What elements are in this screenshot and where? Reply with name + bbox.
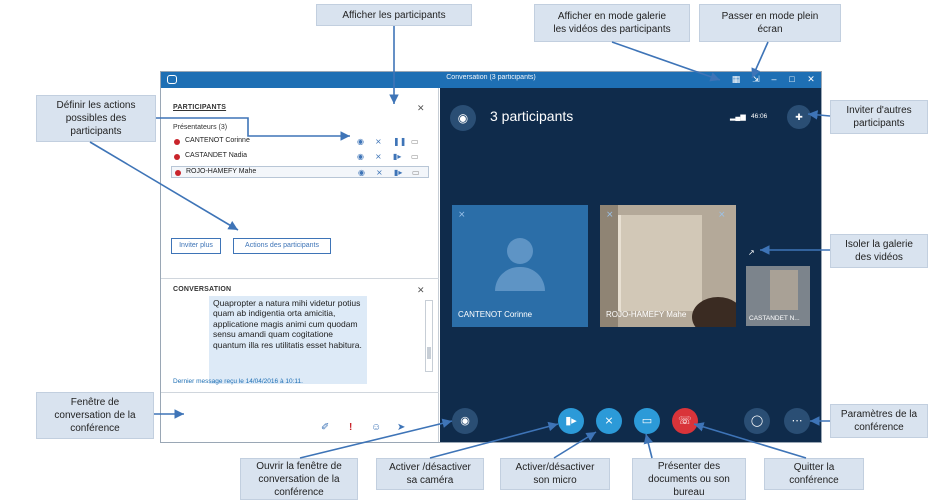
close-icon[interactable]: ✕: [804, 73, 818, 86]
chat-button[interactable]: ◉: [452, 408, 478, 434]
conversation-window: Conversation (3 participants) ▦ ⇲ – □ ✕ …: [160, 71, 822, 443]
participant-row[interactable]: CASTANDET Nadia ◉ ⨯ ▮▸ ▭: [171, 151, 429, 163]
video-tile[interactable]: ⨯ ⨯ ROJO-HAMEFY Mahe: [600, 205, 736, 327]
screen-icon[interactable]: ▭: [411, 137, 419, 147]
pause-icon[interactable]: ❚❚: [393, 137, 406, 147]
callout-open-chat: Ouvrir la fenêtre de conversation de la …: [240, 458, 358, 500]
participants-close-icon[interactable]: ✕: [417, 103, 425, 114]
send-icon[interactable]: ➤: [397, 422, 405, 434]
mic-off-icon[interactable]: ⨯: [375, 152, 382, 162]
presence-dot: [174, 154, 180, 160]
video-pane: ◉ 3 participants ▂▄▆ 46:06 ✚ ⨯ CANTENOT …: [440, 88, 821, 442]
video-tile[interactable]: CASTANDET N...: [746, 266, 810, 326]
callout-show-participants: Afficher les participants: [316, 4, 472, 26]
tile-name: CANTENOT Corinne: [458, 310, 533, 319]
callout-full-screen: Passer en mode plein écran: [699, 4, 841, 42]
participant-name: CASTANDET Nadia: [185, 152, 247, 159]
last-message-info: Dernier message reçu le 14/04/2016 à 10:…: [173, 378, 303, 385]
chat-scrollbar[interactable]: [425, 300, 433, 372]
callout-toggle-camera: Activer /désactiver sa caméra: [376, 458, 484, 490]
callout-conversation-window: Fenêtre de conversation de la conférence: [36, 392, 154, 439]
screen-icon[interactable]: ▭: [412, 168, 420, 178]
chat-icon[interactable]: ◉: [357, 137, 364, 147]
camera-icon[interactable]: ▮▸: [394, 168, 402, 178]
video-tile[interactable]: ⨯ CANTENOT Corinne: [452, 205, 588, 327]
people-icon[interactable]: ◉: [450, 105, 476, 131]
left-pane: PARTICIPANTS ✕ Présentateurs (3) CANTENO…: [161, 88, 439, 442]
compose-divider: [161, 392, 439, 393]
paperclip-icon[interactable]: ✐: [321, 422, 329, 434]
important-icon[interactable]: !: [349, 422, 352, 434]
chat-message: Quapropter a natura mihi videtur potius …: [209, 296, 367, 384]
signal-icon: ▂▄▆: [730, 114, 746, 121]
mic-button[interactable]: ⨯: [596, 408, 622, 434]
mic-off-icon: ⨯: [458, 209, 466, 219]
minimize-icon[interactable]: –: [767, 73, 781, 86]
callout-isolate-gallery: Isoler la galerie des vidéos: [830, 234, 928, 268]
callout-invite-others: Inviter d'autres participants: [830, 100, 928, 134]
mic-off-icon: ⨯: [606, 209, 614, 219]
participant-actions-button[interactable]: Actions des participants: [233, 238, 331, 254]
participant-row[interactable]: CANTENOT Corinne ◉ ⨯ ❚❚ ▭: [171, 136, 429, 148]
presenters-label: Présentateurs (3): [173, 124, 228, 131]
chat-icon[interactable]: ◉: [357, 152, 364, 162]
camera-button[interactable]: ▮▸: [558, 408, 584, 434]
invite-icon[interactable]: ✚: [787, 105, 811, 129]
emoji-icon[interactable]: ☺: [371, 422, 381, 434]
devices-button[interactable]: ◯: [744, 408, 770, 434]
avatar-head: [507, 238, 533, 264]
callout-settings: Paramètres de la conférence: [830, 404, 928, 438]
callout-define-actions: Définir les actions possibles des partic…: [36, 95, 156, 142]
camera-icon[interactable]: ▮▸: [393, 152, 401, 162]
participants-heading: PARTICIPANTS: [173, 104, 227, 111]
conversation-close-icon[interactable]: ✕: [417, 285, 425, 296]
callout-present: Présenter des documents ou son bureau: [632, 458, 746, 500]
present-button[interactable]: ▭: [634, 408, 660, 434]
gallery-icon[interactable]: ▦: [729, 73, 743, 86]
hangup-button[interactable]: ☏: [672, 408, 698, 434]
tile-name: CASTANDET N...: [749, 315, 800, 322]
participant-row[interactable]: ROJO-HAMEFY Mahe ◉ ⨯ ▮▸ ▭: [171, 166, 429, 178]
call-timer: 46:06: [751, 113, 768, 120]
avatar-body: [495, 267, 545, 291]
more-button[interactable]: ⋯: [784, 408, 810, 434]
callout-quit: Quitter la conférence: [764, 458, 864, 490]
participant-name: CANTENOT Corinne: [185, 137, 250, 144]
callout-toggle-mic: Activer/désactiver son micro: [500, 458, 610, 490]
mic-off-icon[interactable]: ⨯: [375, 137, 382, 147]
maximize-icon[interactable]: □: [785, 73, 799, 86]
pane-divider: [161, 278, 439, 279]
screen-icon[interactable]: ▭: [411, 152, 419, 162]
presence-dot: [174, 139, 180, 145]
callout-gallery-mode: Afficher en mode galerie les vidéos des …: [534, 4, 690, 42]
presence-dot: [175, 170, 181, 176]
tile-name: ROJO-HAMEFY Mahe: [606, 310, 687, 319]
isolate-gallery-icon[interactable]: ↗: [748, 248, 755, 257]
mic-off-icon[interactable]: ⨯: [376, 168, 383, 178]
title-bar: Conversation (3 participants) ▦ ⇲ – □ ✕: [161, 72, 821, 88]
chat-icon[interactable]: ◉: [358, 168, 365, 178]
participant-name: ROJO-HAMEFY Mahe: [186, 168, 257, 175]
participant-count: 3 participants: [490, 108, 574, 124]
fullscreen-icon[interactable]: ⇲: [749, 73, 763, 86]
window-title: Conversation (3 participants): [446, 74, 536, 81]
conversation-heading: CONVERSATION: [173, 286, 232, 293]
invite-more-button[interactable]: Inviter plus: [171, 238, 221, 254]
mic-off-icon: ⨯: [718, 209, 726, 219]
